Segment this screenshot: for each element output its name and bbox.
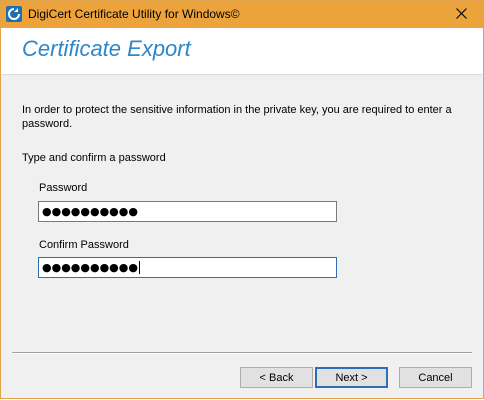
wizard-header: Certificate Export	[1, 28, 483, 75]
password-field[interactable]: ●●●●●●●●●●	[38, 201, 337, 222]
confirm-password-field[interactable]: ●●●●●●●●●●	[38, 257, 337, 278]
text-caret	[138, 261, 140, 274]
confirm-password-label: Confirm Password	[39, 239, 129, 251]
cancel-button[interactable]: Cancel	[399, 367, 472, 388]
back-button[interactable]: < Back	[240, 367, 313, 388]
intro-text: In order to protect the sensitive inform…	[22, 104, 452, 130]
wizard-content: In order to protect the sensitive inform…	[1, 75, 483, 400]
close-button[interactable]	[439, 1, 483, 28]
footer-divider	[12, 352, 472, 354]
password-instruction: Type and confirm a password	[22, 152, 166, 164]
digicert-logo-icon	[6, 6, 22, 22]
dialog-window: DigiCert Certificate Utility for Windows…	[0, 0, 484, 399]
page-title: Certificate Export	[22, 36, 191, 61]
next-button[interactable]: Next >	[315, 367, 388, 388]
title-bar[interactable]: DigiCert Certificate Utility for Windows…	[1, 1, 483, 28]
confirm-password-value: ●●●●●●●●●●	[42, 261, 138, 274]
window-title: DigiCert Certificate Utility for Windows…	[28, 7, 240, 21]
close-icon	[455, 6, 467, 24]
password-value: ●●●●●●●●●●	[42, 205, 138, 218]
password-label: Password	[39, 182, 88, 194]
